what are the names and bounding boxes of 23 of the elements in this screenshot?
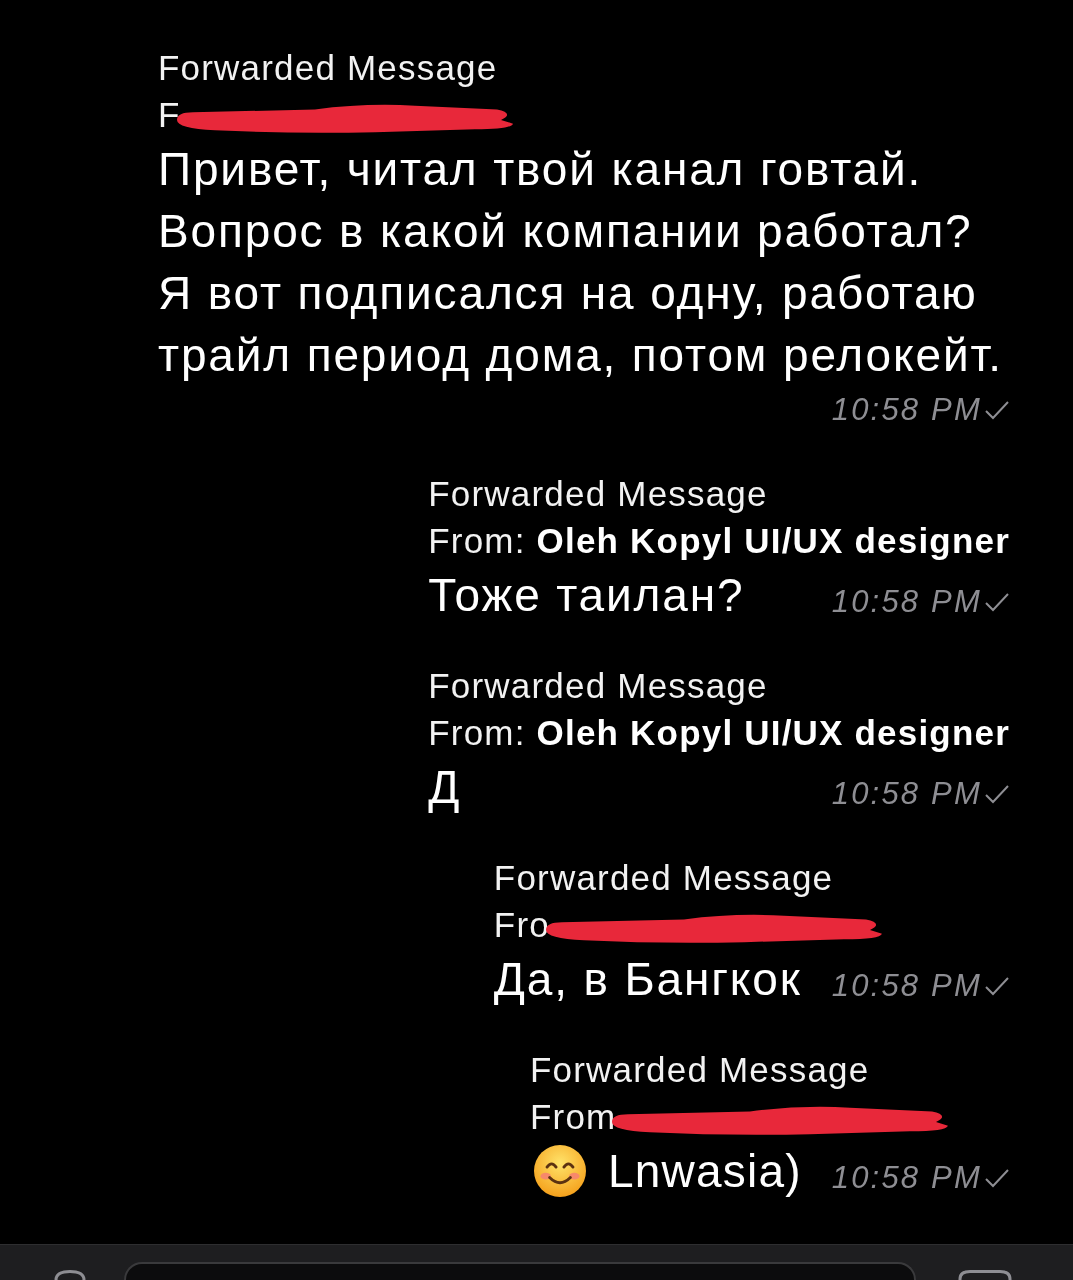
sender-line: F xyxy=(158,94,181,136)
smiling-face-icon xyxy=(534,1145,586,1197)
message-text: Да, в Бангкок xyxy=(493,952,802,1007)
message-time: 10:58 PM xyxy=(831,776,982,812)
message-time: 10:58 PM xyxy=(831,392,982,428)
forwarded-header: Forwarded Message xyxy=(530,1049,870,1091)
forwarded-header: Forwarded Message xyxy=(428,473,768,515)
forwarded-header: Forwarded Message xyxy=(493,857,834,899)
forwarded-header: Forwarded Message xyxy=(158,47,498,89)
message-time: 10:58 PM xyxy=(831,1160,982,1196)
forwarded-header: Forwarded Message xyxy=(428,665,768,707)
message-input-field[interactable] xyxy=(124,1262,916,1280)
message-time: 10:58 PM xyxy=(831,584,982,620)
sender-line: From: Oleh Kopyl UI/UX designer xyxy=(428,712,1010,754)
message-text: Lnwasia) xyxy=(608,1144,802,1199)
message-time: 10:58 PM xyxy=(831,968,982,1004)
arc-icon[interactable] xyxy=(54,1270,86,1280)
message-text: Тоже таилан? xyxy=(428,568,745,623)
message-text: Привет, читал твой канал говтай. Вопрос в какой компании работал? Я вот подписался на одну, работаю трайл период дома, потом релокейт. xyxy=(158,142,1003,383)
sender-line: Fro xyxy=(493,904,550,946)
sender-line: From: Oleh Kopyl UI/UX designer xyxy=(428,520,1010,562)
message-text: Д xyxy=(428,760,462,815)
sender-line: From xyxy=(530,1096,617,1138)
